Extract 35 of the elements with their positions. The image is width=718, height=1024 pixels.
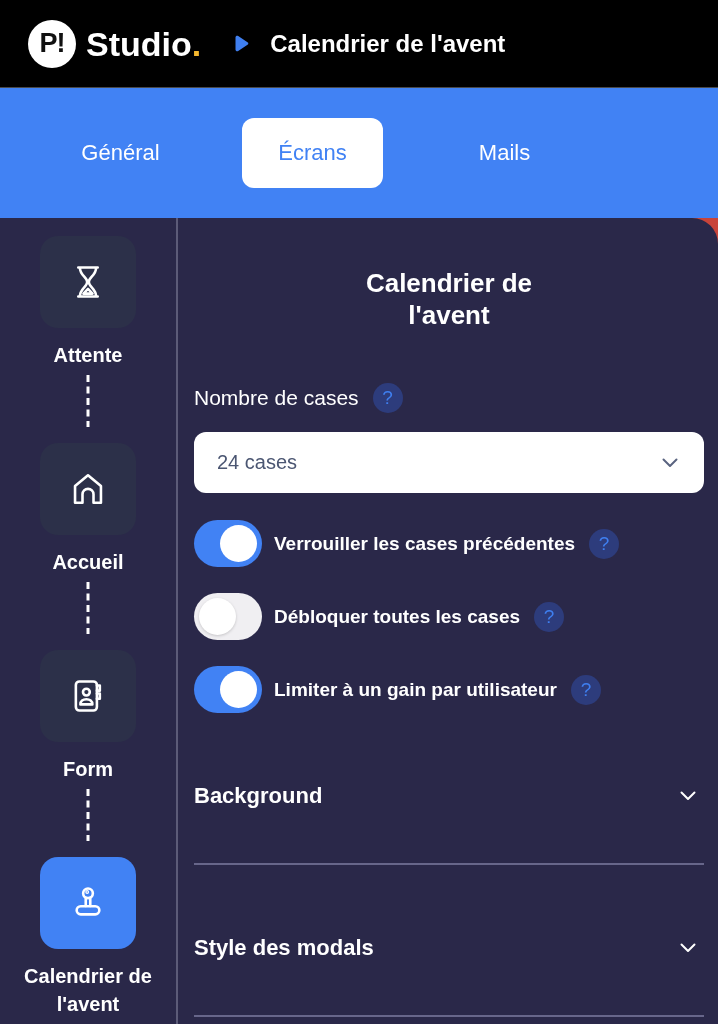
help-icon[interactable]: ? bbox=[589, 528, 619, 559]
play-icon bbox=[234, 35, 250, 52]
screen-label: Accueil bbox=[52, 550, 124, 575]
screen-tile[interactable] bbox=[40, 443, 136, 535]
section-header[interactable]: Style des modals bbox=[194, 934, 704, 962]
toggle-switch[interactable] bbox=[194, 666, 262, 713]
logo-mark: P! bbox=[28, 19, 76, 68]
screen-label: Attente bbox=[53, 343, 123, 368]
help-icon[interactable]: ? bbox=[534, 601, 565, 632]
screen-tile[interactable] bbox=[40, 236, 136, 328]
dashed-connector bbox=[86, 375, 90, 427]
tab[interactable]: Général bbox=[50, 118, 191, 188]
screen-tile[interactable] bbox=[40, 650, 136, 742]
toggle-switch[interactable] bbox=[194, 520, 262, 567]
dashed-connector bbox=[86, 582, 90, 634]
toggle-label: Verrouiller les cases précédentes bbox=[274, 531, 575, 556]
screen-label: Form bbox=[63, 757, 113, 782]
help-icon[interactable]: ? bbox=[372, 383, 403, 413]
help-icon[interactable]: ? bbox=[570, 674, 601, 705]
screen-tile[interactable] bbox=[40, 857, 136, 949]
toggle-label: Débloquer toutes les cases bbox=[274, 604, 521, 629]
panel-title: Calendrier de l'avent bbox=[364, 267, 534, 331]
house-icon bbox=[71, 472, 105, 506]
project-title: Calendrier de l'avent bbox=[270, 28, 506, 59]
section-header[interactable]: Background bbox=[194, 782, 704, 810]
screen-label: Calendrier de l'avent bbox=[23, 964, 153, 1017]
tab[interactable]: Mails bbox=[434, 118, 575, 188]
dashed-connector bbox=[86, 789, 90, 841]
cases-dropdown[interactable]: 24 cases bbox=[194, 432, 704, 493]
toggle-switch[interactable] bbox=[194, 593, 262, 640]
tab[interactable]: Écrans bbox=[242, 118, 383, 188]
field-label: Nombre de cases bbox=[194, 385, 359, 411]
toggle-label: Limiter à un gain par utilisateur bbox=[274, 677, 557, 702]
chevron-icon bbox=[662, 457, 678, 468]
brand-name: Studio. bbox=[86, 23, 202, 64]
